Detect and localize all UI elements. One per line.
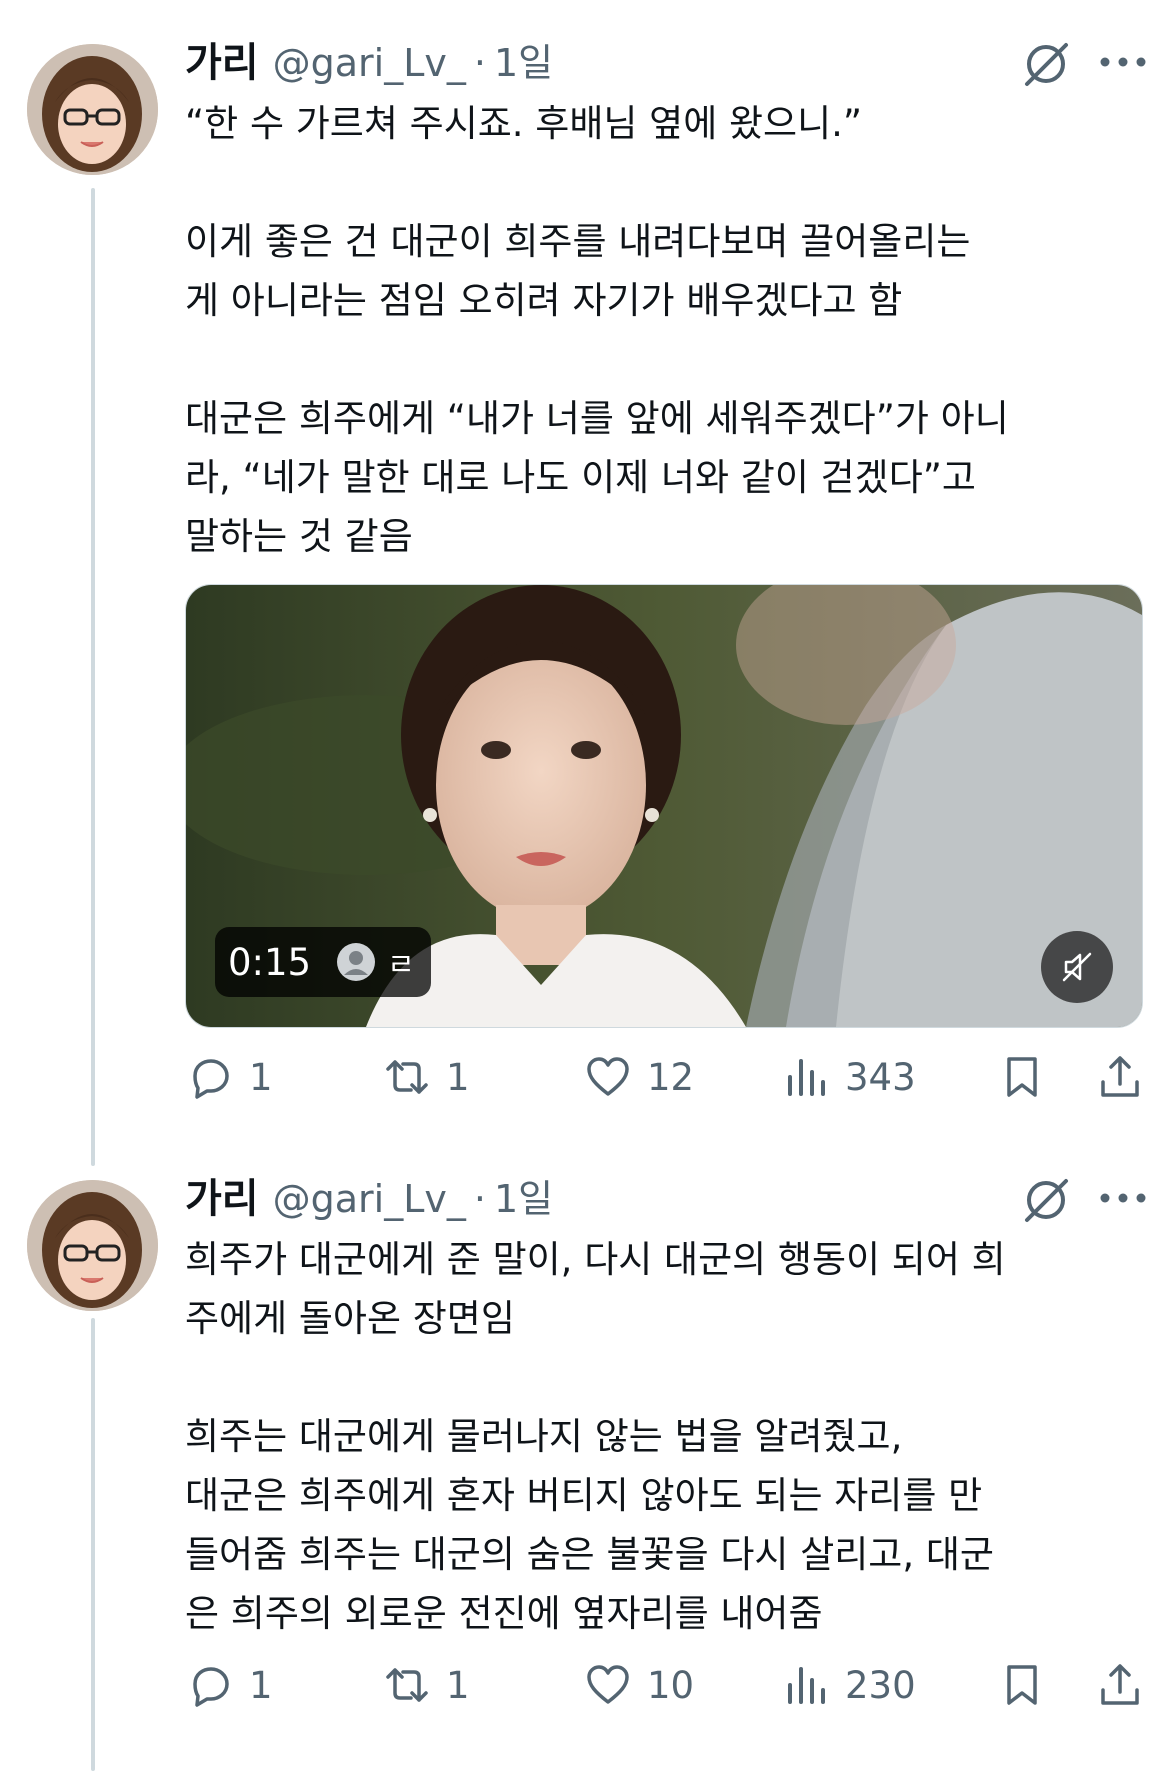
author-handle[interactable]: @gari_Lv_ [273,41,466,85]
thread-line [91,1318,95,1771]
bookmark-button[interactable] [997,1047,1047,1107]
thread-line [91,188,95,1166]
repost-button[interactable]: 1 [382,1047,470,1107]
author-name[interactable]: 가리 [185,30,259,88]
bookmark-icon [1007,1057,1037,1097]
grok-icon[interactable] [1019,37,1073,91]
share-button[interactable] [1095,1655,1145,1715]
tweet-actions: 1 1 10 230 [185,1655,1145,1715]
separator: · [473,41,486,85]
view-count: 230 [845,1663,916,1707]
tweet-paragraph: “한 수 가르쳐 주시죠. 후배님 옆에 왔으니.” [185,102,863,145]
like-count: 10 [647,1663,695,1707]
tweet-paragraph: 이게 좋은 건 대군이 희주를 내려다보며 끌어올리는 게 아니라는 점임 오히… [185,220,971,322]
tweet-text: 희주가 대군에게 준 말이, 다시 대군의 행동이 되어 희 주에게 돌아온 장… [185,1230,1145,1643]
video-player[interactable]: 0:15 ㄹ [185,584,1143,1028]
repost-icon [386,1668,428,1702]
like-button[interactable]: 12 [583,1047,694,1107]
tweet-header: 가리 @gari_Lv_ · 1일 [185,30,553,88]
author-handle[interactable]: @gari_Lv_ [273,1177,466,1221]
avatar-image [27,1180,158,1311]
views-button[interactable]: 230 [781,1655,916,1715]
timestamp[interactable]: 1일 [494,1168,553,1223]
timestamp[interactable]: 1일 [494,32,553,87]
view-count: 343 [845,1055,916,1099]
user-icon [337,943,376,981]
separator: · [473,1177,486,1221]
repost-icon [386,1060,428,1094]
share-icon [1101,1664,1139,1705]
share-button[interactable] [1095,1047,1145,1107]
bookmark-button[interactable] [997,1655,1047,1715]
heart-icon [587,1057,629,1096]
reply-count: 1 [249,1663,273,1707]
tweet-paragraph: 대군은 희주에게 “내가 너를 앞에 세워주겠다”가 아니 라, “네가 말한 … [185,397,1009,558]
views-button[interactable]: 343 [781,1047,916,1107]
avatar[interactable] [27,44,158,175]
bookmark-icon [1007,1665,1037,1705]
reply-button[interactable]: 1 [185,1655,273,1715]
reply-icon [193,1059,229,1099]
more-icon[interactable] [1098,1188,1148,1208]
reply-icon [193,1667,229,1707]
heart-icon [587,1665,629,1704]
tweet-paragraph: 희주는 대군에게 물러나지 않는 법을 알려줬고, 대군은 희주에게 혼자 버티… [185,1415,994,1635]
video-duration-badge: 0:15 ㄹ [215,927,431,997]
mute-button[interactable] [1041,931,1113,1003]
repost-button[interactable]: 1 [382,1655,470,1715]
avatar-image [27,44,158,175]
author-name[interactable]: 가리 [185,1166,259,1224]
grok-icon[interactable] [1019,1173,1073,1227]
like-button[interactable]: 10 [583,1655,694,1715]
views-chart-icon [788,1667,825,1704]
reply-button[interactable]: 1 [185,1047,273,1107]
avatar[interactable] [27,1180,158,1311]
repost-count: 1 [446,1055,470,1099]
reply-count: 1 [249,1055,273,1099]
tweet-paragraph: 희주가 대군에게 준 말이, 다시 대군의 행동이 되어 희 주에게 돌아온 장… [185,1238,1006,1340]
video-duration: 0:15 [228,940,312,984]
muted-speaker-icon [1062,952,1092,982]
repost-count: 1 [446,1663,470,1707]
tweet-text: “한 수 가르쳐 주시죠. 후배님 옆에 왔으니.” 이게 좋은 건 대군이 희… [185,94,1145,566]
badge-label: ㄹ [387,948,415,983]
tweet-actions: 1 1 12 343 [185,1047,1145,1107]
tweet-header: 가리 @gari_Lv_ · 1일 [185,1166,553,1224]
like-count: 12 [647,1055,695,1099]
share-icon [1101,1056,1139,1097]
more-icon[interactable] [1098,52,1148,72]
views-chart-icon [788,1059,825,1096]
